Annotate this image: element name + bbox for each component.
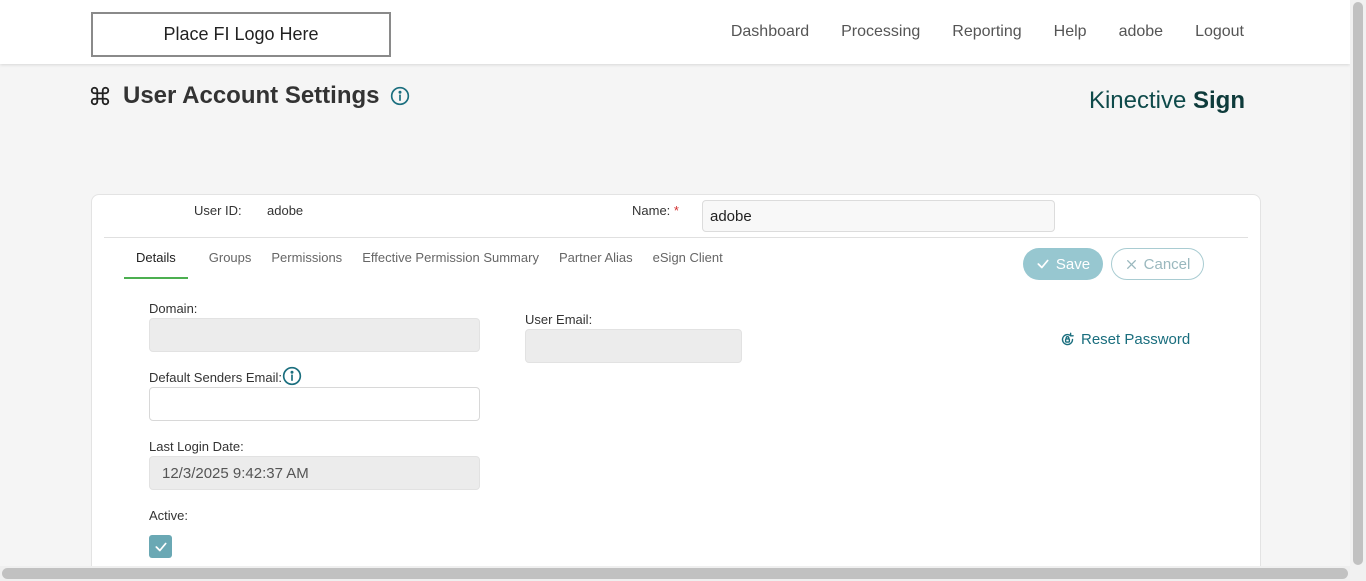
check-icon [1037,259,1049,269]
tab-details[interactable]: Details [124,239,188,279]
active-checkbox[interactable] [149,535,172,558]
reset-password-link[interactable]: Reset Password [1060,331,1190,348]
user-email-label: User Email: [525,312,593,327]
tab-bar: Details Groups Permissions Effective Per… [124,239,733,279]
tab-partner-alias[interactable]: Partner Alias [549,239,643,279]
info-icon[interactable] [282,366,302,386]
refresh-lock-icon [1061,332,1074,346]
settings-card: User ID: adobe Name: * Details Groups Pe… [91,194,1261,581]
vertical-scrollbar[interactable] [1350,0,1366,581]
tab-permissions[interactable]: Permissions [261,239,352,279]
save-label: Save [1055,255,1091,273]
name-label-text: Name: [632,203,671,218]
close-icon [1126,259,1136,269]
brand-wordmark: Kinective Sign [1089,87,1245,115]
nav-processing[interactable]: Processing [841,23,920,41]
user-email-field [525,329,742,363]
scrollbar-thumb[interactable] [2,568,1348,579]
cancel-label: Cancel [1143,255,1191,273]
tab-esign-client[interactable]: eSign Client [643,239,733,279]
nav-dashboard[interactable]: Dashboard [731,23,809,41]
brand-bold: Sign [1193,87,1245,114]
tab-groups[interactable]: Groups [199,239,262,279]
active-label: Active: [149,508,189,523]
brand-light: Kinective [1088,87,1187,114]
scrollbar-thumb[interactable] [1353,2,1363,565]
divider [104,237,1248,238]
last-login-label: Last Login Date: [149,439,244,454]
last-login-field: 12/3/2025 9:42:37 AM [149,456,480,490]
page-header: User Account Settings [89,82,410,110]
cancel-button[interactable]: Cancel [1111,248,1204,280]
nav-help[interactable]: Help [1054,23,1087,41]
logo-placeholder[interactable]: Place FI Logo Here [91,12,391,57]
required-marker: * [673,203,679,218]
domain-field [149,318,480,352]
save-button[interactable]: Save [1023,248,1103,280]
info-icon[interactable] [390,86,410,106]
user-id-label: User ID: [194,203,242,218]
default-senders-email-input[interactable] [149,387,480,421]
top-navbar: Place FI Logo Here Dashboard Processing … [0,0,1350,64]
reset-password-label: Reset Password [1081,331,1191,348]
command-icon [90,86,110,106]
domain-label: Domain: [149,301,198,316]
main-nav: Dashboard Processing Reporting Help adob… [731,0,1244,64]
default-senders-email-label: Default Senders Email: [149,370,282,385]
nav-user-menu[interactable]: adobe [1119,23,1164,41]
name-label: Name: * [632,203,679,218]
check-icon [154,542,167,551]
nav-reporting[interactable]: Reporting [952,23,1021,41]
tab-effective-permission-summary[interactable]: Effective Permission Summary [352,239,549,279]
user-id-value: adobe [267,203,304,218]
nav-logout[interactable]: Logout [1195,23,1244,41]
horizontal-scrollbar[interactable] [0,566,1350,581]
name-input[interactable] [702,200,1055,232]
page-title: User Account Settings [123,82,380,109]
